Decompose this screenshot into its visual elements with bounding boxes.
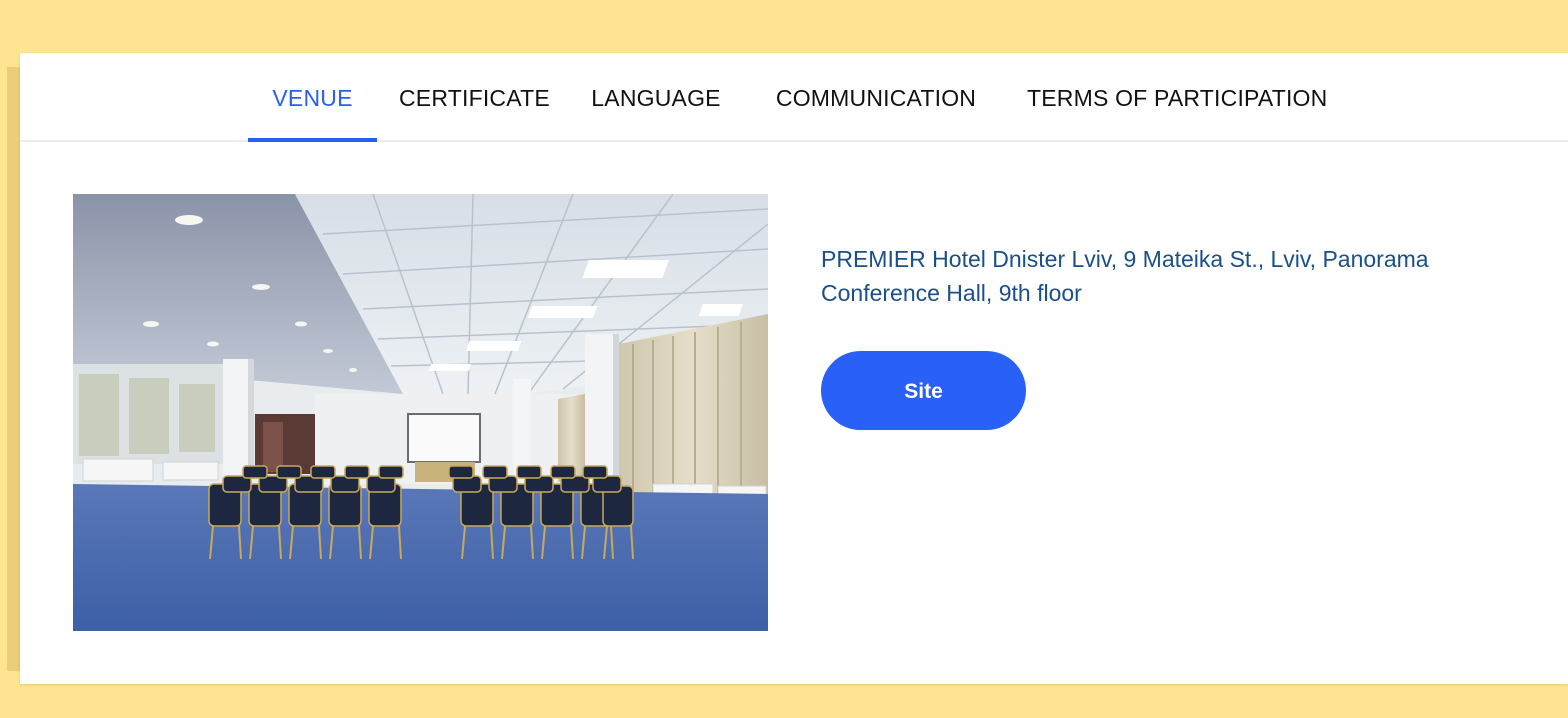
tab-terms-of-participation[interactable]: TERMS OF PARTICIPATION (1027, 53, 1327, 140)
conference-hall-photo (73, 194, 768, 631)
tab-communication[interactable]: COMMUNICATION (768, 53, 984, 140)
site-button[interactable]: Site (821, 351, 1026, 430)
tab-language[interactable]: LANGUAGE (588, 53, 724, 140)
tab-venue[interactable]: VENUE (248, 53, 377, 142)
tab-certificate[interactable]: CERTIFICATE (399, 53, 550, 140)
tab-bar: VENUE CERTIFICATE LANGUAGE COMMUNICATION… (20, 53, 1568, 142)
venue-info-card: VENUE CERTIFICATE LANGUAGE COMMUNICATION… (20, 53, 1568, 684)
venue-address: PREMIER Hotel Dnister Lviv, 9 Mateika St… (821, 246, 1429, 306)
